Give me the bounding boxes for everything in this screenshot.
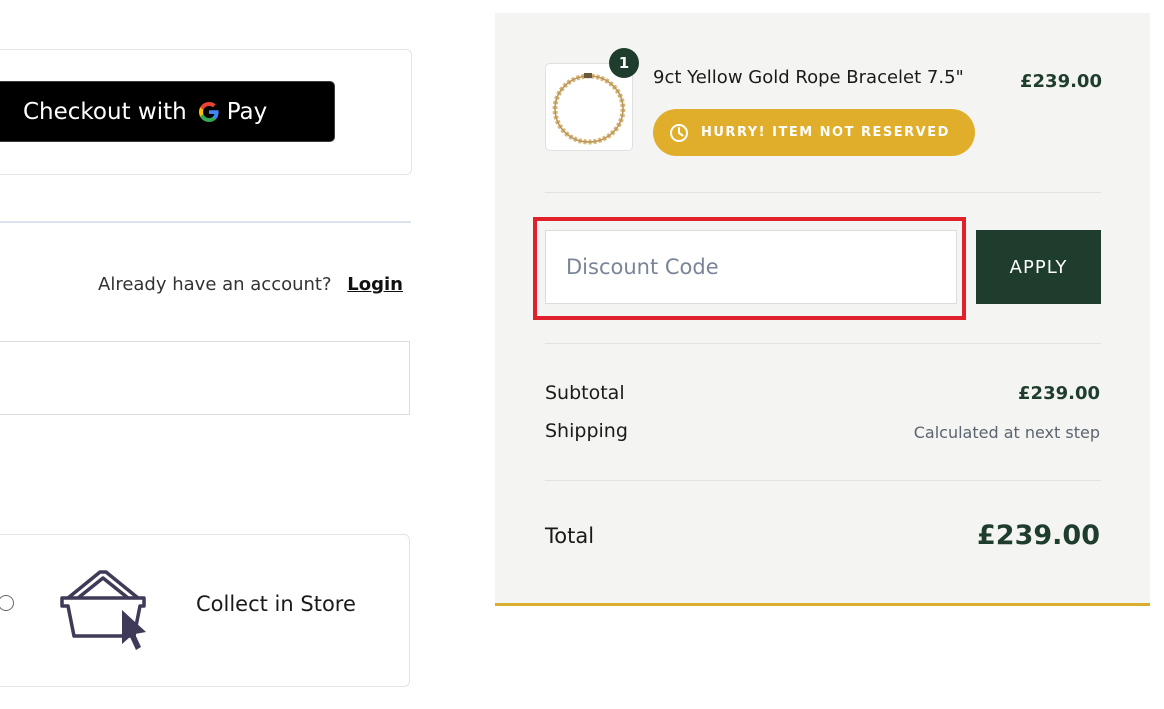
badge-text: HURRY! ITEM NOT RESERVED (701, 125, 950, 140)
account-row: Already have an account? Login (98, 274, 403, 295)
total-label: Total (545, 524, 595, 548)
google-pay-button[interactable]: Checkout with Pay (0, 81, 335, 142)
gpay-suffix: Pay (226, 98, 268, 125)
summary-divider (545, 192, 1101, 193)
product-name: 9ct Yellow Gold Rope Bracelet 7.5" (653, 67, 964, 88)
summary-divider (545, 343, 1101, 344)
account-prompt: Already have an account? (98, 274, 332, 295)
basket-cursor-icon (58, 568, 150, 658)
gpay-label: Checkout with (23, 98, 187, 125)
not-reserved-badge: HURRY! ITEM NOT RESERVED (653, 109, 975, 156)
subtotal-value: £239.00 (1018, 383, 1100, 404)
product-price: £239.00 (1020, 71, 1102, 92)
collect-in-store-label: Collect in Store (196, 592, 356, 616)
shipping-label: Shipping (545, 420, 628, 442)
email-input[interactable] (0, 341, 410, 415)
apply-discount-button[interactable]: APPLY (976, 230, 1101, 304)
section-divider (0, 221, 411, 223)
total-value: £239.00 (977, 520, 1100, 551)
clock-icon (669, 123, 689, 143)
summary-divider (545, 480, 1101, 481)
subtotal-label: Subtotal (545, 382, 625, 404)
discount-code-input[interactable] (545, 230, 957, 304)
shipping-value: Calculated at next step (913, 423, 1100, 442)
google-g-icon (197, 100, 221, 124)
quantity-badge: 1 (609, 48, 639, 78)
login-link[interactable]: Login (347, 274, 403, 295)
